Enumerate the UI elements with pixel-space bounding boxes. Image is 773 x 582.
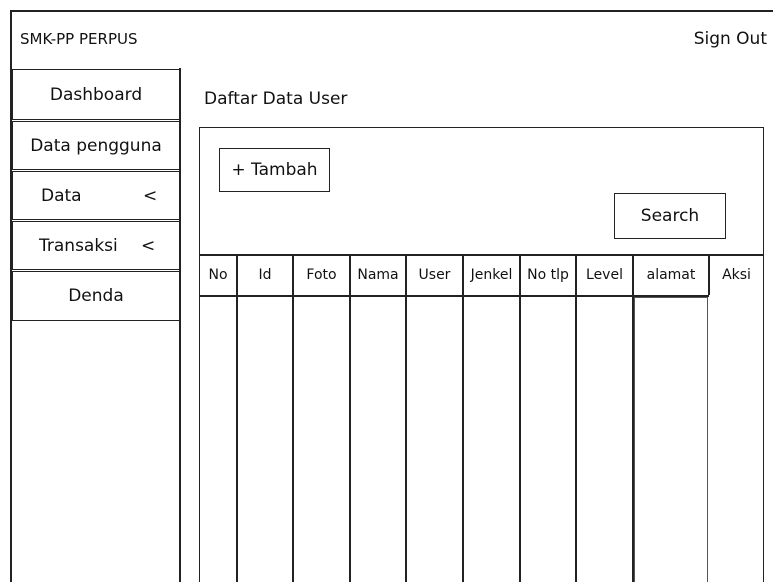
sidebar-item-label: Transaksi [39, 235, 118, 256]
column-divider [575, 254, 577, 582]
add-button-label: + Tambah [231, 160, 318, 180]
sidebar-item-label: Data [41, 185, 82, 206]
sidebar-item-label: Dashboard [49, 84, 143, 105]
sidebar-item-transaksi[interactable]: Transaksi < [12, 221, 180, 270]
app-header: SMK-PP PERPUS Sign Out [10, 10, 773, 68]
column-divider [236, 254, 238, 582]
column-divider [405, 254, 407, 582]
column-divider [462, 254, 464, 582]
alamat-column-box [634, 297, 708, 582]
column-header-foto: Foto [306, 267, 337, 283]
search-button[interactable]: Search [614, 193, 726, 239]
sidebar-item-label: Data pengguna [30, 135, 162, 156]
column-header-aksi: Aksi [722, 267, 751, 283]
column-header-nama: Nama [357, 267, 399, 283]
column-divider [292, 254, 294, 582]
app-brand: SMK-PP PERPUS [20, 30, 138, 48]
sidebar-item-data[interactable]: Data < [12, 171, 180, 220]
column-divider [519, 254, 521, 582]
sign-out-link[interactable]: Sign Out [694, 29, 767, 49]
column-header-alamat: alamat [646, 267, 696, 283]
sidebar-item-data-pengguna[interactable]: Data pengguna [12, 121, 180, 170]
column-divider [349, 254, 351, 582]
chevron-left-icon: < [141, 235, 156, 256]
column-header-user: User [418, 267, 451, 283]
search-button-label: Search [640, 206, 700, 226]
column-header-id: Id [258, 267, 272, 283]
chevron-left-icon: < [143, 185, 158, 206]
column-header-no-tlp: No tlp [527, 267, 569, 283]
sidebar-item-dashboard[interactable]: Dashboard [12, 69, 180, 120]
sidebar-item-label: Denda [68, 286, 124, 306]
column-header-level: Level [586, 267, 623, 283]
column-header-jenkel: Jenkel [470, 267, 513, 283]
sidebar-item-denda[interactable]: Denda [12, 271, 180, 321]
page-title: Daftar Data User [204, 89, 348, 109]
column-header-no: No [208, 267, 228, 283]
add-button[interactable]: + Tambah [219, 148, 330, 192]
